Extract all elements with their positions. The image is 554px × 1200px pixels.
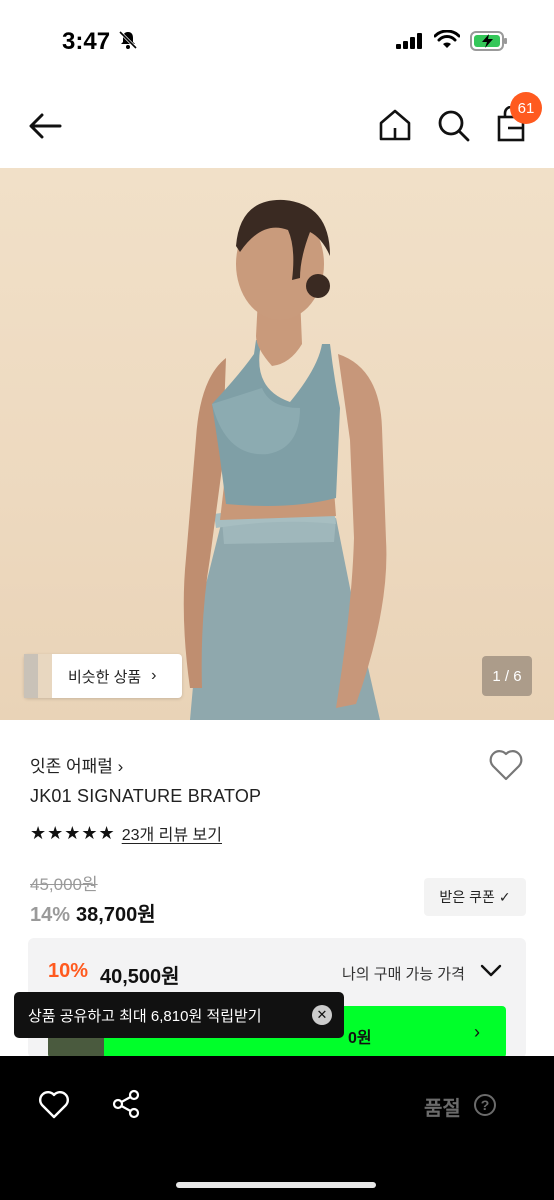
heart-icon[interactable] xyxy=(38,1090,70,1120)
home-icon[interactable] xyxy=(376,106,414,144)
cart-count-badge: 61 xyxy=(510,92,542,124)
toast-message: 상품 공유하고 최대 6,810원 적립받기 xyxy=(28,1007,262,1025)
chevron-right-icon: › xyxy=(474,1022,480,1042)
product-image-carousel[interactable]: 비슷한 상품 › 1 / 6 xyxy=(0,168,554,720)
promo-banner-text: 0원 xyxy=(348,1030,372,1047)
check-icon: ✓ xyxy=(498,888,511,905)
received-coupon-button[interactable]: 받은 쿠폰 ✓ xyxy=(424,878,526,916)
coupon-label: 받은 쿠폰 xyxy=(439,889,495,905)
sold-out-label: 품절 xyxy=(424,1098,461,1120)
price-row: 14% 38,700원 xyxy=(30,898,156,927)
product-name: JK01 SIGNATURE BRATOP xyxy=(30,786,262,806)
bottom-action-bar: 품절 ? xyxy=(0,1056,554,1200)
status-time: 3:47 xyxy=(62,28,111,55)
best-price-label: 나의 구매 가능 가격 xyxy=(342,966,465,983)
best-price: 40,500원 xyxy=(100,966,180,988)
review-link[interactable]: 23개 리뷰 보기 xyxy=(122,821,222,845)
status-bar: 3:47 xyxy=(0,0,554,80)
wishlist-heart-icon[interactable] xyxy=(488,748,524,782)
home-indicator xyxy=(176,1182,376,1188)
bell-off-icon xyxy=(118,30,138,50)
chevron-right-icon: › xyxy=(151,667,157,684)
discount-rate: 14% xyxy=(30,904,71,926)
chevron-down-icon xyxy=(480,964,502,977)
battery-charging-icon xyxy=(470,31,507,51)
sale-price: 38,700원 xyxy=(76,904,156,926)
image-page-indicator: 1 / 6 xyxy=(482,656,532,696)
share-icon[interactable] xyxy=(110,1088,142,1120)
back-arrow-icon[interactable] xyxy=(26,106,66,146)
close-icon[interactable]: ✕ xyxy=(312,1005,332,1025)
share-reward-toast: 상품 공유하고 최대 6,810원 적립받기 ✕ xyxy=(14,992,344,1038)
rating-row: ★★★★★ 23개 리뷰 보기 xyxy=(30,821,222,845)
similar-products-thumbnails xyxy=(24,654,52,698)
star-rating: ★★★★★ xyxy=(30,822,116,843)
top-navigation: 61 xyxy=(0,80,554,168)
original-price: 45,000원 xyxy=(30,875,98,894)
brand-link[interactable]: 잇존 어패럴 › xyxy=(30,752,123,777)
similar-products-label: 비슷한 상품 xyxy=(68,668,142,686)
wifi-icon xyxy=(434,30,460,48)
signal-icon xyxy=(396,33,422,49)
best-discount-rate: 10% xyxy=(48,960,89,982)
product-photo xyxy=(183,199,387,720)
search-icon[interactable] xyxy=(434,106,472,144)
similar-products-button[interactable]: 비슷한 상품 › xyxy=(24,654,182,698)
help-icon[interactable]: ? xyxy=(474,1094,496,1116)
